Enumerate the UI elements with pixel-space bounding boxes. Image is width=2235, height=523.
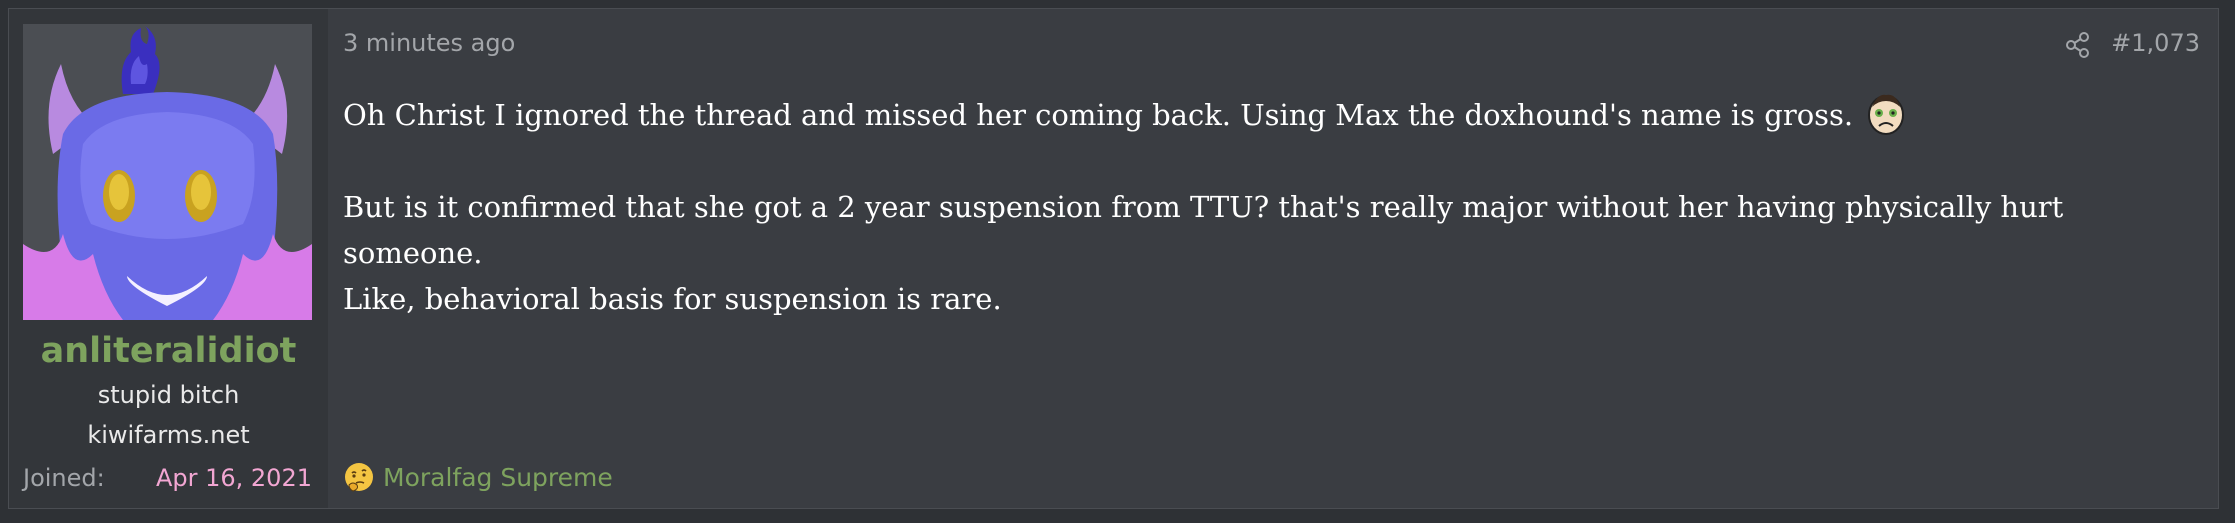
post-text: But is it confirmed that she got a 2 yea… <box>343 190 2064 270</box>
user-banner: kiwifarms.net <box>87 421 250 449</box>
avatar[interactable] <box>23 24 312 320</box>
message-post: anliteralidiot stupid bitch kiwifarms.ne… <box>8 8 2219 509</box>
username[interactable]: anliteralidiot <box>9 331 328 371</box>
share-icon[interactable] <box>2064 31 2092 59</box>
sick-face-icon <box>1868 94 1905 135</box>
avatar-image <box>23 24 312 320</box>
post-paragraph: But is it confirmed that she got a 2 yea… <box>343 184 2204 322</box>
post-body: Oh Christ I ignored the thread and misse… <box>343 91 2204 322</box>
post-text: Oh Christ I ignored the thread and misse… <box>343 98 1854 132</box>
trophy-label[interactable]: Moralfag Supreme <box>383 463 613 492</box>
post-paragraph: Oh Christ I ignored the thread and misse… <box>343 91 2204 138</box>
user-title: stupid bitch <box>97 381 240 409</box>
post-main: 3 minutes ago #1,073 Oh Christ I ignored… <box>328 9 2218 508</box>
trophy-badge[interactable]: Moralfag Supreme <box>343 461 613 493</box>
post-number-link[interactable]: #1,073 <box>2111 29 2200 57</box>
joined-label: Joined: <box>23 464 105 492</box>
post-timestamp[interactable]: 3 minutes ago <box>343 29 515 57</box>
thinking-face-icon <box>345 463 373 492</box>
joined-date: Apr 16, 2021 <box>155 464 312 492</box>
post-text: Like, behavioral basis for suspension is… <box>343 282 1002 316</box>
user-sidebar: anliteralidiot stupid bitch kiwifarms.ne… <box>9 9 328 508</box>
